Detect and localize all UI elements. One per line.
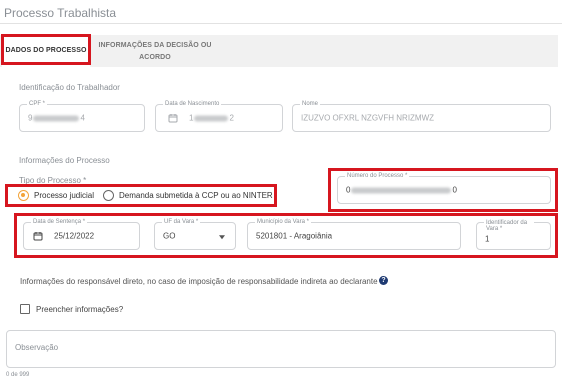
name-value: IZUZVO OFXRL NZGVFH NRIZMWZ <box>301 113 435 123</box>
tab-informacoes-decisao[interactable]: INFORMAÇÕES DA DECISÃO OU ACORDO <box>96 40 214 64</box>
name-label: Nome <box>300 100 321 108</box>
radio-label-demanda-ccp[interactable]: Demanda submetida à CCP ou ao NINTER <box>119 191 273 200</box>
worker-heading: Identificação do Trabalhador <box>19 83 120 92</box>
process-number-field[interactable]: Número do Processo * 00 <box>337 172 551 204</box>
redaction-blur <box>33 115 80 122</box>
responsible-text: Informações do responsável direto, no ca… <box>20 277 378 286</box>
character-counter: 0 de 999 <box>6 372 30 378</box>
process-number-value: 00 <box>346 186 457 195</box>
title-divider <box>0 23 562 24</box>
municipality-field[interactable]: Município da Vara * 5201801 - Aragoiânia <box>247 218 461 250</box>
observation-textarea[interactable]: Observação <box>6 330 556 368</box>
calendar-icon <box>168 114 178 123</box>
radio-label-processo-judicial[interactable]: Processo judicial <box>34 191 94 200</box>
court-id-label: Identificador da Vara * <box>484 220 534 232</box>
uf-label: UF da Vara * <box>162 218 201 226</box>
fill-info-checkbox[interactable] <box>20 304 30 314</box>
municipality-label: Município da Vara * <box>255 218 311 226</box>
uf-select[interactable]: UF da Vara * GO <box>154 218 236 250</box>
birth-date-value: 12 <box>189 114 234 123</box>
process-number-start: 0 <box>346 185 351 195</box>
sentence-date-field[interactable]: Data de Sentença * 25/12/2022 <box>23 218 140 250</box>
radio-processo-judicial[interactable] <box>18 190 29 201</box>
cpf-value-start: 9 <box>28 113 33 123</box>
cpf-value-end: 4 <box>80 113 85 123</box>
tab-bar: DADOS DO PROCESSO INFORMAÇÕES DA DECISÃO… <box>0 35 558 67</box>
calendar-icon[interactable] <box>33 231 43 241</box>
birth-date-value-start: 1 <box>189 113 194 123</box>
tab-label: DADOS DO PROCESSO <box>5 47 87 54</box>
birth-date-value-end: 2 <box>229 113 234 123</box>
name-field[interactable]: Nome IZUZVO OFXRL NZGVFH NRIZMWZ <box>292 100 551 132</box>
redaction-blur <box>351 187 452 194</box>
radio-demanda-ccp[interactable] <box>103 190 114 201</box>
uf-value: GO <box>163 231 176 241</box>
process-heading: Informações do Processo <box>19 156 110 165</box>
court-id-value: 1 <box>485 234 490 244</box>
birth-date-label: Data de Nascimento <box>163 100 222 108</box>
cpf-field[interactable]: CPF * 94 <box>19 100 145 132</box>
process-number-label: Número do Processo * <box>345 172 410 180</box>
court-id-field[interactable]: Identificador da Vara * 1 <box>476 220 551 250</box>
process-type-label: Tipo do Processo * <box>19 176 87 185</box>
tab-dados-do-processo[interactable]: DADOS DO PROCESSO <box>2 35 90 67</box>
sentence-date-label: Data de Sentença * <box>31 218 88 226</box>
fill-info-label[interactable]: Preencher informações? <box>36 305 123 314</box>
birth-date-field[interactable]: Data de Nascimento 12 <box>155 100 283 132</box>
section-title: Processo Trabalhista <box>4 6 117 20</box>
help-icon[interactable]: ? <box>379 276 388 285</box>
observation-placeholder: Observação <box>15 343 59 352</box>
redaction-blur <box>194 115 229 122</box>
municipality-value: 5201801 - Aragoiânia <box>256 231 333 241</box>
process-number-end: 0 <box>452 185 457 195</box>
sentence-date-value: 25/12/2022 <box>54 231 95 241</box>
cpf-label: CPF * <box>27 100 48 108</box>
cpf-value: 94 <box>28 114 85 123</box>
chevron-down-icon[interactable] <box>219 235 225 240</box>
